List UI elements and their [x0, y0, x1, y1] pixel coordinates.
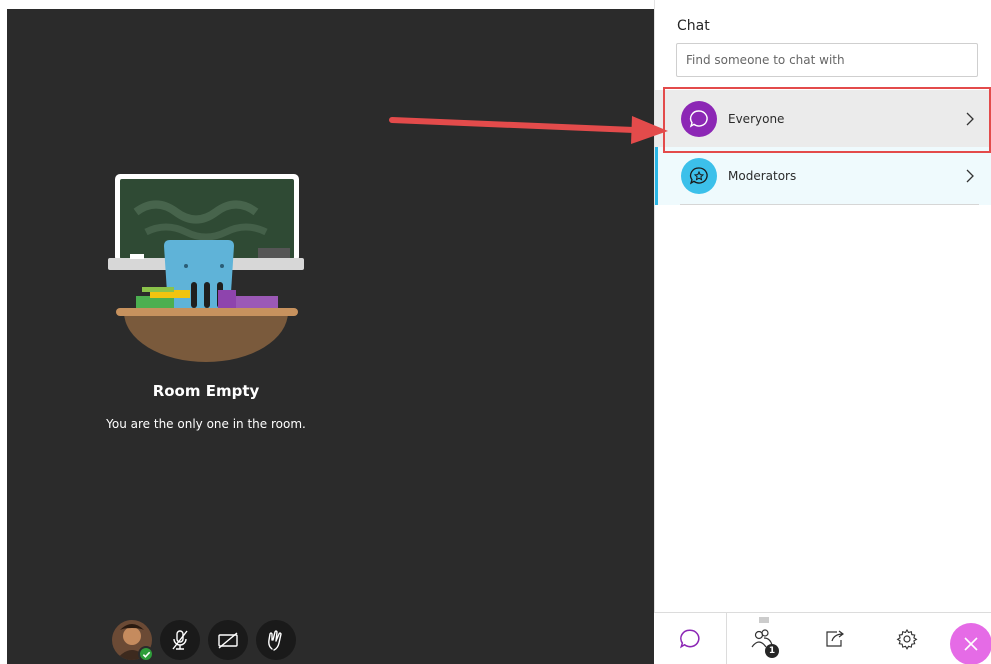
gear-icon — [896, 628, 918, 650]
raise-hand-button[interactable] — [256, 620, 296, 660]
panel-tab-bar: 1 — [654, 612, 991, 664]
chat-channel-label: Moderators — [728, 169, 797, 183]
microphone-toggle-button[interactable] — [160, 620, 200, 660]
stage-background — [7, 9, 654, 664]
camera-off-icon — [218, 632, 238, 649]
session-controls — [112, 620, 296, 662]
chat-bubble-icon — [681, 101, 717, 137]
my-avatar-button[interactable] — [112, 620, 154, 662]
main-stage: Room Empty You are the only one in the r… — [0, 0, 654, 664]
panel-title: Chat — [677, 18, 710, 34]
close-icon — [964, 637, 978, 651]
chat-search-input[interactable] — [676, 43, 978, 77]
chevron-right-icon — [966, 169, 974, 183]
empty-classroom-illustration — [108, 174, 304, 362]
tab-settings[interactable] — [872, 613, 942, 664]
online-status-icon — [138, 646, 154, 662]
chat-panel: Chat Everyone Moderators — [654, 0, 991, 664]
share-icon — [826, 630, 844, 647]
chat-channel-moderators[interactable]: Moderators — [655, 147, 991, 205]
room-empty-subtitle: You are the only one in the room. — [106, 417, 306, 431]
chat-channel-label: Everyone — [728, 112, 785, 126]
chat-bubble-icon — [679, 629, 700, 649]
chat-channel-everyone[interactable]: Everyone — [655, 90, 991, 148]
microphone-off-icon — [172, 630, 188, 650]
close-panel-button[interactable] — [950, 623, 991, 664]
moderator-chat-icon — [681, 158, 717, 194]
tab-share-content[interactable] — [799, 613, 869, 664]
chevron-right-icon — [966, 112, 974, 126]
tab-chat[interactable] — [654, 613, 727, 664]
room-empty-title: Room Empty — [152, 382, 260, 400]
camera-toggle-button[interactable] — [208, 620, 248, 660]
divider — [680, 204, 979, 205]
tab-attendees[interactable]: 1 — [727, 613, 797, 664]
attendee-count-badge: 1 — [765, 644, 779, 658]
raise-hand-icon — [268, 630, 282, 651]
